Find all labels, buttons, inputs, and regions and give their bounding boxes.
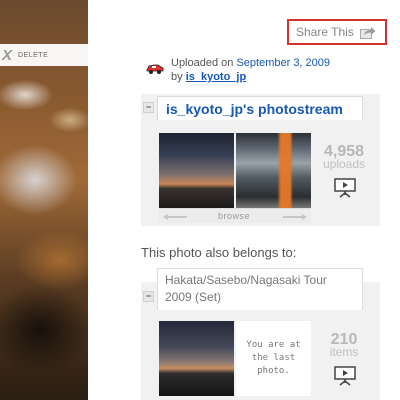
arrow-right-icon[interactable] — [283, 214, 307, 220]
photostream-nav-bar: browse — [159, 208, 311, 223]
photostream-upload-label: uploads — [322, 157, 366, 171]
set-title-link[interactable]: Hakata/Sasebo/Nagasaki Tour 2009 (Set) — [165, 272, 327, 306]
also-belongs-heading: This photo also belongs to: — [141, 245, 297, 260]
set-title-tab[interactable]: Hakata/Sasebo/Nagasaki Tour 2009 (Set) — [157, 268, 363, 310]
photostream-thumb-previous[interactable] — [159, 133, 234, 208]
last-photo-notice: You are at the last photo. — [236, 321, 311, 396]
uploaded-on-line: Uploaded on September 3, 2009 — [171, 57, 330, 69]
browse-link[interactable]: browse — [218, 211, 250, 221]
delete-bar[interactable]: X DELETE — [0, 44, 88, 66]
set-thumb-previous[interactable] — [159, 321, 234, 396]
last-photo-line-2: the last — [251, 353, 296, 363]
set-title-line-1: Hakata/Sasebo/Nagasaki Tour — [165, 273, 327, 287]
last-photo-line-1: You are at — [246, 340, 301, 350]
last-photo-line-3: photo. — [257, 366, 290, 376]
collapse-set-button[interactable]: − — [143, 291, 154, 302]
photostream-title-tab[interactable]: is_kyoto_jp's photostream — [157, 96, 363, 120]
set-title-line-2: 2009 (Set) — [165, 290, 222, 304]
slideshow-icon[interactable] — [334, 178, 356, 198]
share-this-button[interactable]: Share This — [287, 19, 387, 45]
collapse-photostream-button[interactable]: − — [143, 102, 154, 113]
delete-label[interactable]: DELETE — [18, 52, 48, 59]
share-arrow-icon — [359, 26, 376, 39]
uploaded-by-line: by is_kyoto_jp — [171, 71, 246, 83]
buddy-icon[interactable] — [146, 61, 164, 75]
upload-date-link[interactable]: September 3, 2009 — [236, 57, 330, 69]
username-link[interactable]: is_kyoto_jp — [186, 71, 247, 83]
photostream-title-link[interactable]: is_kyoto_jp's photostream — [166, 101, 343, 117]
set-item-label: items — [329, 345, 359, 359]
uploaded-prefix: Uploaded on — [171, 57, 234, 69]
share-this-label: Share This — [296, 25, 354, 39]
photostream-thumb-current[interactable] — [236, 133, 311, 208]
slideshow-icon[interactable] — [334, 366, 356, 386]
by-prefix: by — [171, 71, 183, 83]
delete-icon[interactable]: X — [2, 48, 12, 63]
arrow-left-icon[interactable] — [163, 214, 187, 220]
